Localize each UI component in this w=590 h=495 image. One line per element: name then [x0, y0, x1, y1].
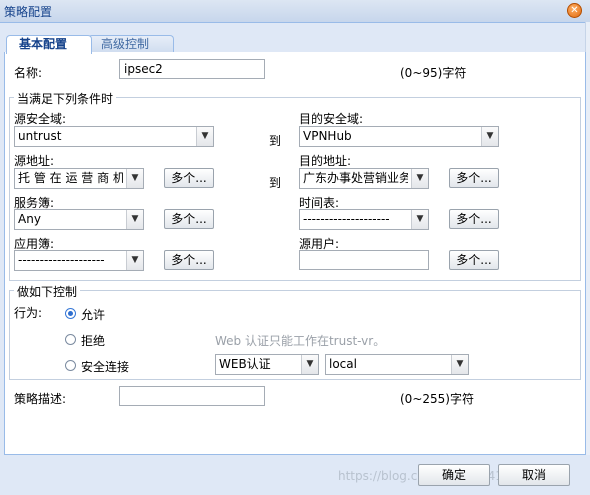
option-secure-conn-label: 安全连接 [81, 360, 130, 374]
chevron-down-icon[interactable]: ▼ [301, 355, 318, 374]
cancel-button[interactable]: 取消 [498, 464, 570, 486]
dialog-footer: https://blog.csdn.net/qq_41926704 确定 取消 [0, 455, 590, 495]
radio-deny[interactable] [65, 334, 76, 345]
close-icon[interactable]: ✕ [567, 3, 582, 18]
to-label: 到 [269, 176, 282, 190]
src-addr-value: 托 管 在 运 营 商 机 [18, 171, 123, 185]
name-hint: (0~95)字符 [400, 66, 467, 80]
schedule-value: -------------------- [303, 212, 390, 226]
auth-type-value: WEB认证 [219, 357, 271, 371]
action-label: 行为: [14, 306, 43, 320]
chevron-down-icon[interactable]: ▼ [126, 251, 143, 270]
title-bar: 策略配置 ✕ [0, 0, 590, 23]
description-hint: (0~255)字符 [400, 392, 474, 406]
schedule-multi-button[interactable]: 多个... [449, 209, 499, 229]
radio-allow[interactable] [65, 308, 76, 319]
window-title: 策略配置 [4, 5, 53, 19]
dst-zone-value: VPNHub [303, 129, 352, 143]
chevron-down-icon[interactable]: ▼ [411, 210, 428, 229]
auth-type-select[interactable]: WEB认证 ▼ [215, 354, 319, 375]
tab-basic-config[interactable]: 基本配置 [6, 35, 92, 54]
auth-server-select[interactable]: local ▼ [325, 354, 469, 375]
service-select[interactable]: Any ▼ [14, 209, 144, 230]
chevron-down-icon[interactable]: ▼ [126, 169, 143, 188]
auth-server-value: local [329, 357, 357, 371]
chevron-down-icon[interactable]: ▼ [196, 127, 213, 146]
app-select[interactable]: -------------------- ▼ [14, 250, 144, 271]
dst-zone-select[interactable]: VPNHub ▼ [299, 126, 499, 147]
chevron-down-icon[interactable]: ▼ [451, 355, 468, 374]
to-label: 到 [269, 134, 282, 148]
description-label: 策略描述: [14, 392, 67, 406]
chevron-down-icon[interactable]: ▼ [126, 210, 143, 229]
src-addr-multi-button[interactable]: 多个... [164, 168, 214, 188]
form-panel: 名称: ipsec2 (0~95)字符 当满足下列条件时 源安全域: untru… [4, 52, 586, 455]
ok-button[interactable]: 确定 [418, 464, 490, 486]
option-deny-label: 拒绝 [81, 334, 106, 348]
dst-addr-value: 广东办事处营销业务 [303, 171, 408, 185]
src-zone-select[interactable]: untrust ▼ [14, 126, 214, 147]
app-value: -------------------- [18, 253, 105, 267]
conditions-legend: 当满足下列条件时 [14, 90, 117, 107]
option-allow-label: 允许 [81, 308, 106, 322]
chevron-down-icon[interactable]: ▼ [411, 169, 428, 188]
src-user-input[interactable] [299, 250, 429, 270]
service-value: Any [18, 212, 41, 226]
dst-zone-label: 目的安全域: [299, 112, 364, 126]
web-auth-note: Web 认证只能工作在trust-vr。 [215, 334, 386, 348]
src-zone-label: 源安全域: [14, 112, 67, 126]
tab-advanced-control[interactable]: 高级控制 [88, 35, 174, 53]
name-input[interactable]: ipsec2 [119, 59, 265, 79]
description-input[interactable] [119, 386, 265, 406]
dst-addr-select[interactable]: 广东办事处营销业务 ▼ [299, 168, 429, 189]
radio-secure-conn[interactable] [65, 360, 76, 371]
chevron-down-icon[interactable]: ▼ [481, 127, 498, 146]
src-addr-label: 源地址: [14, 154, 55, 168]
src-user-multi-button[interactable]: 多个... [449, 250, 499, 270]
src-zone-value: untrust [18, 129, 62, 143]
src-addr-select[interactable]: 托 管 在 运 营 商 机 ▼ [14, 168, 144, 189]
control-legend: 做如下控制 [14, 283, 81, 300]
service-multi-button[interactable]: 多个... [164, 209, 214, 229]
schedule-select[interactable]: -------------------- ▼ [299, 209, 429, 230]
dst-addr-multi-button[interactable]: 多个... [449, 168, 499, 188]
app-multi-button[interactable]: 多个... [164, 250, 214, 270]
name-label: 名称: [14, 66, 43, 80]
dst-addr-label: 目的地址: [299, 154, 352, 168]
